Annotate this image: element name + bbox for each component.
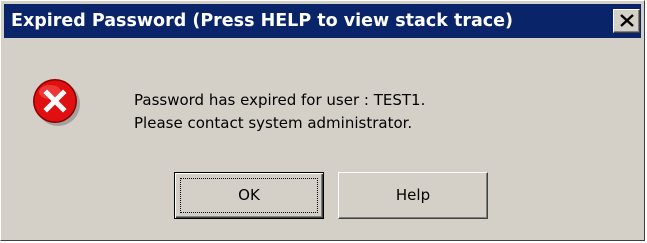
ok-button-label: OK <box>238 186 260 204</box>
close-icon <box>620 14 634 27</box>
help-button-label: Help <box>395 186 431 204</box>
message-line-1: Password has expired for user : TEST1. <box>134 91 426 109</box>
help-button[interactable]: Help <box>338 172 488 219</box>
close-button[interactable] <box>613 9 640 33</box>
title-bar[interactable]: Expired Password (Press HELP to view sta… <box>4 4 641 38</box>
message-line-2: Please contact system administrator. <box>134 114 413 132</box>
ok-button[interactable]: OK <box>174 172 324 219</box>
error-message: Password has expired for user : TEST1. P… <box>134 89 425 135</box>
expired-password-dialog: Expired Password (Press HELP to view sta… <box>0 0 645 241</box>
error-icon <box>33 79 80 126</box>
window-title: Expired Password (Press HELP to view sta… <box>11 11 513 31</box>
